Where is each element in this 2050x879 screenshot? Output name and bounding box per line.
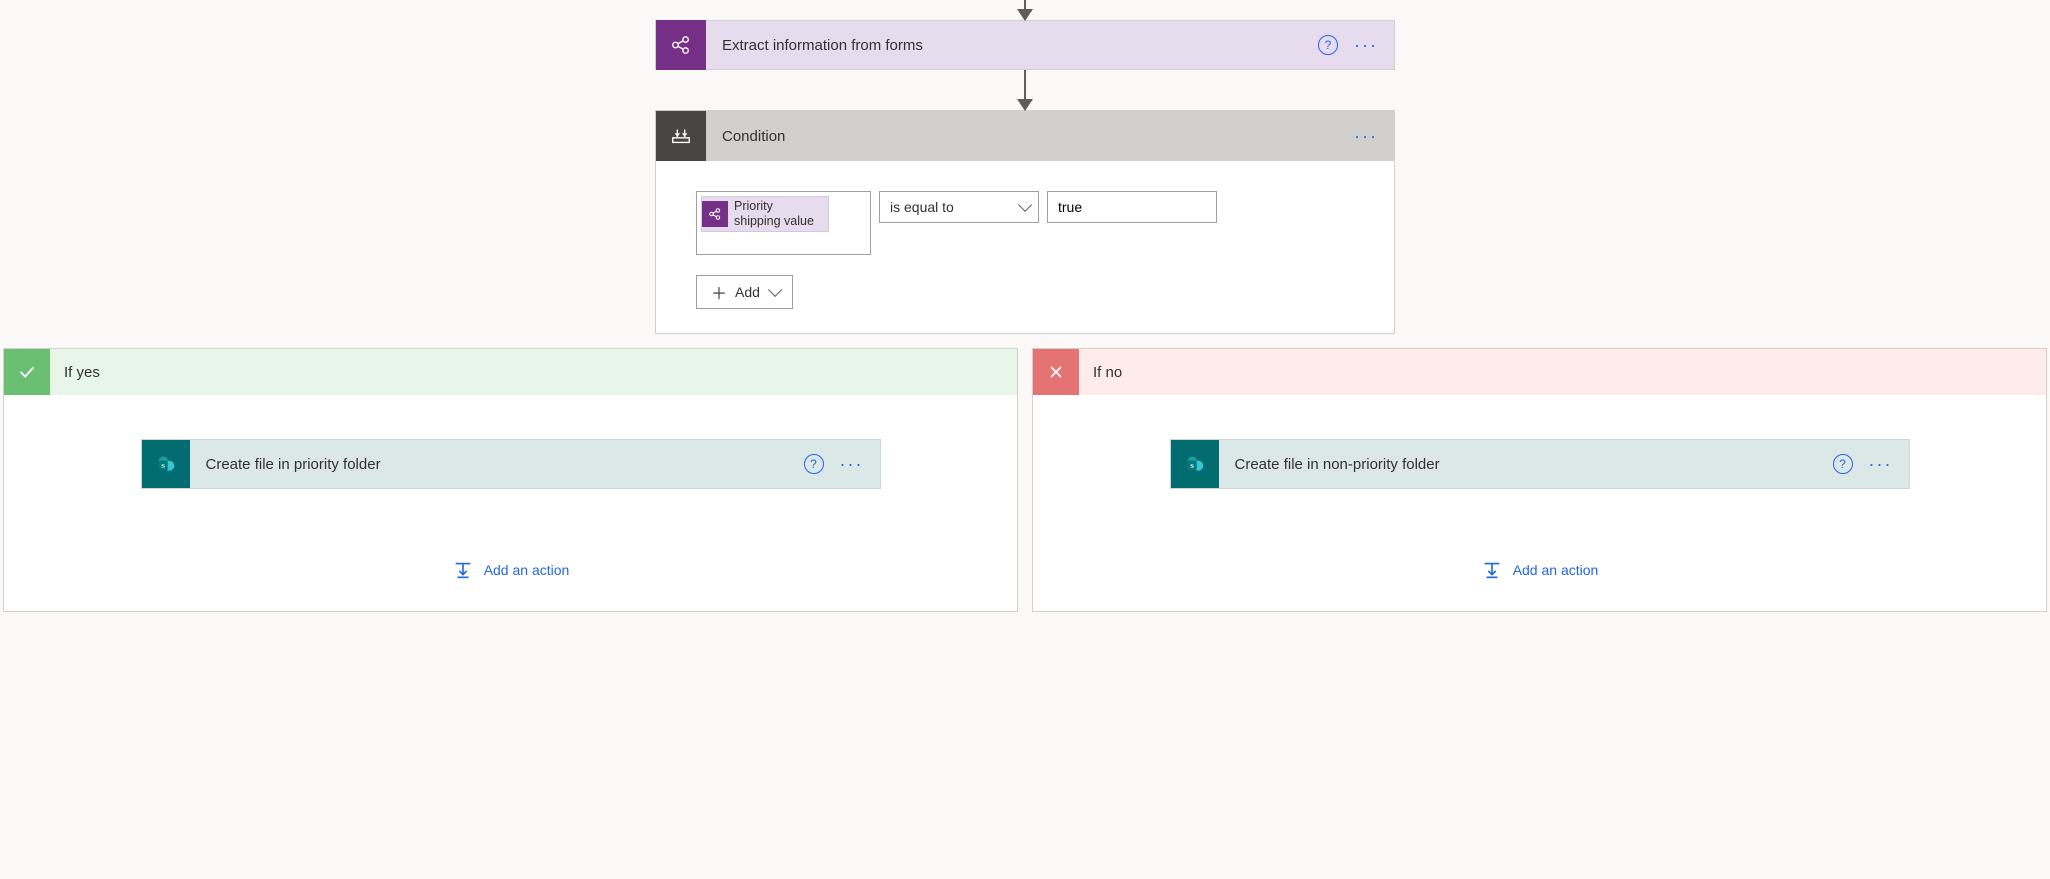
branch-yes: If yes S Create file in priority folder [3,348,1018,612]
flow-arrow [1024,70,1026,110]
condition-header[interactable]: Condition ··· [656,111,1394,161]
branch-yes-header[interactable]: If yes [4,349,1017,395]
token-label: Priority shipping value [728,197,828,231]
sharepoint-icon: S [1171,440,1219,488]
plus-icon: ＋ [711,280,727,304]
add-action-button[interactable]: Add an action [452,559,570,581]
sharepoint-icon: S [142,440,190,488]
add-action-icon [1481,559,1503,581]
branch-no-title: If no [1079,364,1136,381]
extract-action-card[interactable]: Extract information from forms ? ··· [655,20,1395,70]
branch-yes-title: If yes [50,364,114,381]
add-action-label: Add an action [484,562,570,578]
add-action-button[interactable]: Add an action [1481,559,1599,581]
create-file-priority-action[interactable]: S Create file in priority folder ? ··· [141,439,881,489]
condition-value-input[interactable] [1047,191,1217,223]
create-file-nonpriority-action[interactable]: S Create file in non-priority folder ? ·… [1170,439,1910,489]
operator-label: is equal to [890,199,954,215]
condition-title: Condition [706,128,1354,145]
condition-card: Condition ··· [655,110,1395,334]
add-action-label: Add an action [1513,562,1599,578]
condition-icon [656,111,706,161]
extract-action-title: Extract information from forms [706,37,1318,54]
action-title: Create file in non-priority folder [1219,456,1833,473]
condition-branches: If yes S Create file in priority folder [0,348,2050,612]
add-label: Add [735,284,760,300]
more-icon[interactable]: ··· [1354,36,1378,54]
condition-left-operand[interactable]: Priority shipping value [696,191,871,255]
more-icon[interactable]: ··· [840,455,864,473]
condition-expression-row: Priority shipping value is equal to [696,191,1354,255]
more-icon[interactable]: ··· [1869,455,1893,473]
help-icon[interactable]: ? [1318,35,1338,55]
more-icon[interactable]: ··· [1354,127,1378,145]
svg-text:S: S [161,463,165,470]
flow-arrow [1024,0,1026,20]
action-title: Create file in priority folder [190,456,804,473]
add-row-button[interactable]: ＋ Add [696,275,793,309]
dynamic-content-token[interactable]: Priority shipping value [701,196,829,232]
check-icon [4,349,50,395]
help-icon[interactable]: ? [1833,454,1853,474]
branch-no-header[interactable]: If no [1033,349,2046,395]
ai-builder-icon [702,201,728,227]
close-icon [1033,349,1079,395]
branch-no: If no S Create file in non-priority fold… [1032,348,2047,612]
help-icon[interactable]: ? [804,454,824,474]
ai-builder-icon [656,20,706,70]
chevron-down-icon [768,283,782,297]
chevron-down-icon [1018,198,1032,212]
svg-text:S: S [1190,463,1194,470]
add-action-icon [452,559,474,581]
condition-operator-select[interactable]: is equal to [879,191,1039,223]
